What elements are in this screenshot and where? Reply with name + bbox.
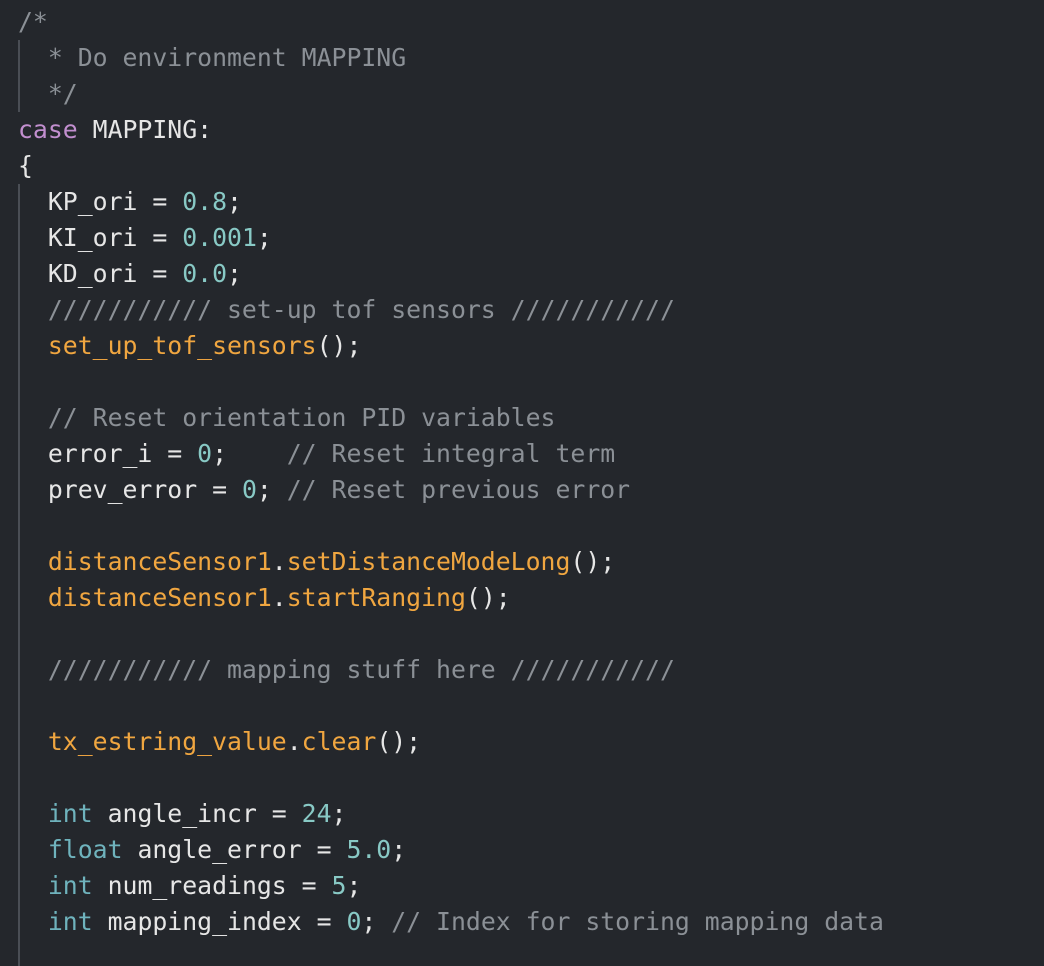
code-line: int num_readings = 5; [18,868,362,904]
code-token-func: set_up_tof_sensors [47,331,317,360]
code-token-comment: /* [18,7,48,36]
code-token-plain: num_readings = [92,871,332,900]
code-line: KD_ori = 0.0; [18,256,242,292]
code-line: float angle_error = 5.0; [18,832,406,868]
code-line: * Do environment MAPPING [18,40,406,76]
code-editor[interactable]: /* * Do environment MAPPING */ case MAPPI… [0,0,1044,966]
code-token-comment: /////////// mapping stuff here /////////… [18,655,675,684]
code-token-plain: ; [212,439,287,468]
code-token-number: 24 [301,799,332,828]
code-token-plain: . [271,583,287,612]
code-line: distanceSensor1.setDistanceModeLong(); [18,544,615,580]
code-token-comment: /////////// set-up tof sensors /////////… [18,295,675,324]
code-line: int angle_incr = 24; [18,796,347,832]
code-token-func: startRanging [286,583,466,612]
code-token-plain: MAPPING: [77,115,213,144]
code-token-plain: prev_error = [18,475,242,504]
code-token-plain: (); [570,547,616,576]
code-token-plain: KP_ori = [18,187,183,216]
code-token-plain: { [18,151,33,180]
code-line: KP_ori = 0.8; [18,184,242,220]
code-token-func: distanceSensor1 [47,547,272,576]
code-line: KI_ori = 0.001; [18,220,272,256]
code-token-plain: ; [361,907,392,936]
code-token-func: clear [301,727,377,756]
code-token-plain: ; [256,475,287,504]
code-token-plain: angle_error = [122,835,347,864]
code-line: */ [18,76,78,112]
code-token-func: distanceSensor1 [47,583,272,612]
code-token-number: 0.001 [182,223,257,252]
code-token-plain: (); [465,583,511,612]
code-token-comment: */ [18,79,78,108]
code-token-number: 0.0 [182,259,228,288]
code-line: /////////// mapping stuff here /////////… [18,652,675,688]
code-token-comment: // Index for storing mapping data [391,907,884,936]
code-token-keyword: case [18,115,78,144]
code-token-number: 0 [197,439,213,468]
code-token-plain: (); [316,331,362,360]
code-token-number: 0 [346,907,362,936]
code-token-plain: error_i = [18,439,198,468]
code-token-plain: . [286,727,302,756]
code-line: error_i = 0; // Reset integral term [18,436,615,472]
code-line: /////////// set-up tof sensors /////////… [18,292,675,328]
code-line: { [18,148,33,184]
code-token-func: tx_estring_value [47,727,287,756]
code-token-plain: ; [227,259,242,288]
code-token-comment: // Reset integral term [286,439,616,468]
code-token-plain: KD_ori = [18,259,183,288]
code-token-plain: ; [391,835,407,864]
code-token-number: 5 [331,871,347,900]
code-token-plain: angle_incr = [92,799,302,828]
code-token-plain: ; [331,799,347,828]
code-line: int mapping_index = 0; // Index for stor… [18,904,884,940]
code-line: case MAPPING: [18,112,212,148]
code-line: // Reset orientation PID variables [18,400,556,436]
code-line: prev_error = 0; // Reset previous error [18,472,630,508]
code-token-plain: ; [346,871,362,900]
code-token-type: int [47,907,93,936]
code-token-type: int [47,871,93,900]
code-line: tx_estring_value.clear(); [18,724,421,760]
code-token-plain: . [271,547,287,576]
code-line: set_up_tof_sensors(); [18,328,362,364]
code-token-number: 0 [241,475,257,504]
code-token-comment: * Do environment MAPPING [18,43,407,72]
code-token-number: 5.0 [346,835,392,864]
code-token-func: setDistanceModeLong [286,547,571,576]
code-token-plain: ; [227,187,242,216]
code-token-plain: mapping_index = [92,907,347,936]
code-token-type: int [47,799,93,828]
code-token-plain: KI_ori = [18,223,183,252]
code-token-comment: // Reset previous error [286,475,631,504]
code-token-plain: ; [256,223,272,252]
code-token-comment: // Reset orientation PID variables [18,403,556,432]
code-token-type: float [47,835,123,864]
code-line: /* [18,4,48,40]
code-token-number: 0.8 [182,187,228,216]
code-line: distanceSensor1.startRanging(); [18,580,511,616]
code-token-plain: (); [376,727,422,756]
